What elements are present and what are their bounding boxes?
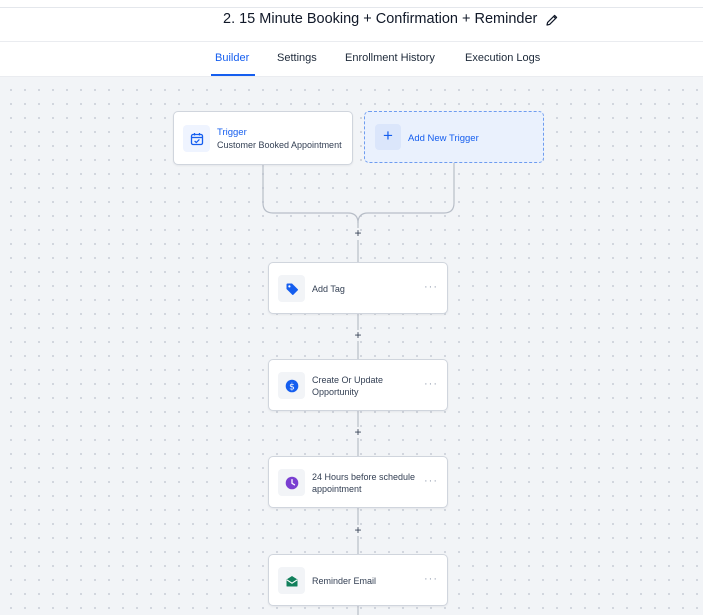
tag-icon — [286, 283, 298, 295]
action-label: Create Or Update Opportunity — [312, 375, 384, 397]
workflow-header: 2. 15 Minute Booking + Confirmation + Re… — [0, 8, 703, 42]
trigger-card[interactable]: Trigger Customer Booked Appointment — [173, 111, 353, 165]
svg-text:$: $ — [289, 382, 295, 392]
active-tab-indicator — [211, 74, 255, 76]
more-options-icon[interactable]: ··· — [424, 379, 438, 390]
action-card-create-update-opportunity[interactable]: $ Create Or Update Opportunity ··· — [268, 359, 448, 411]
action-icon-container — [278, 275, 305, 302]
trigger-icon-container — [183, 125, 210, 152]
more-options-icon[interactable]: ··· — [424, 282, 438, 293]
add-step-button[interactable]: + — [352, 329, 364, 341]
workflow-title: 2. 15 Minute Booking + Confirmation + Re… — [223, 11, 538, 27]
tab-enrollment-history[interactable]: Enrollment History — [345, 52, 435, 64]
calendar-check-icon — [190, 132, 203, 145]
action-icon-container — [278, 567, 305, 594]
workflow-tabs: Builder Settings Enrollment History Exec… — [0, 42, 703, 77]
add-step-button[interactable]: + — [352, 426, 364, 438]
action-card-add-tag[interactable]: Add Tag ··· — [268, 262, 448, 314]
add-new-trigger-label: Add New Trigger — [408, 133, 479, 144]
add-new-trigger-button[interactable]: + Add New Trigger — [364, 111, 544, 163]
trigger-subtitle: Customer Booked Appointment — [217, 140, 342, 150]
tab-settings[interactable]: Settings — [277, 52, 317, 64]
action-card-wait[interactable]: 24 Hours before schedule appointment ··· — [268, 456, 448, 508]
email-icon — [285, 575, 298, 586]
pencil-icon[interactable] — [545, 13, 559, 27]
action-card-reminder-email[interactable]: Reminder Email ··· — [268, 554, 448, 606]
browser-top-strip — [0, 0, 703, 8]
tab-execution-logs[interactable]: Execution Logs — [465, 52, 540, 64]
more-options-icon[interactable]: ··· — [424, 476, 438, 487]
add-step-button[interactable]: + — [352, 227, 364, 239]
plus-icon: + — [375, 124, 401, 150]
trigger-title: Trigger — [217, 127, 247, 138]
action-label: Reminder Email — [312, 576, 377, 586]
action-label: Add Tag — [312, 284, 345, 294]
dollar-circle-icon: $ — [285, 379, 298, 392]
action-label: 24 Hours before schedule appointment — [312, 472, 416, 494]
action-icon-container — [278, 469, 305, 496]
add-step-button[interactable]: + — [352, 524, 364, 536]
more-options-icon[interactable]: ··· — [424, 574, 438, 585]
clock-icon — [285, 476, 298, 489]
tab-builder[interactable]: Builder — [215, 52, 249, 64]
action-icon-container: $ — [278, 372, 305, 399]
